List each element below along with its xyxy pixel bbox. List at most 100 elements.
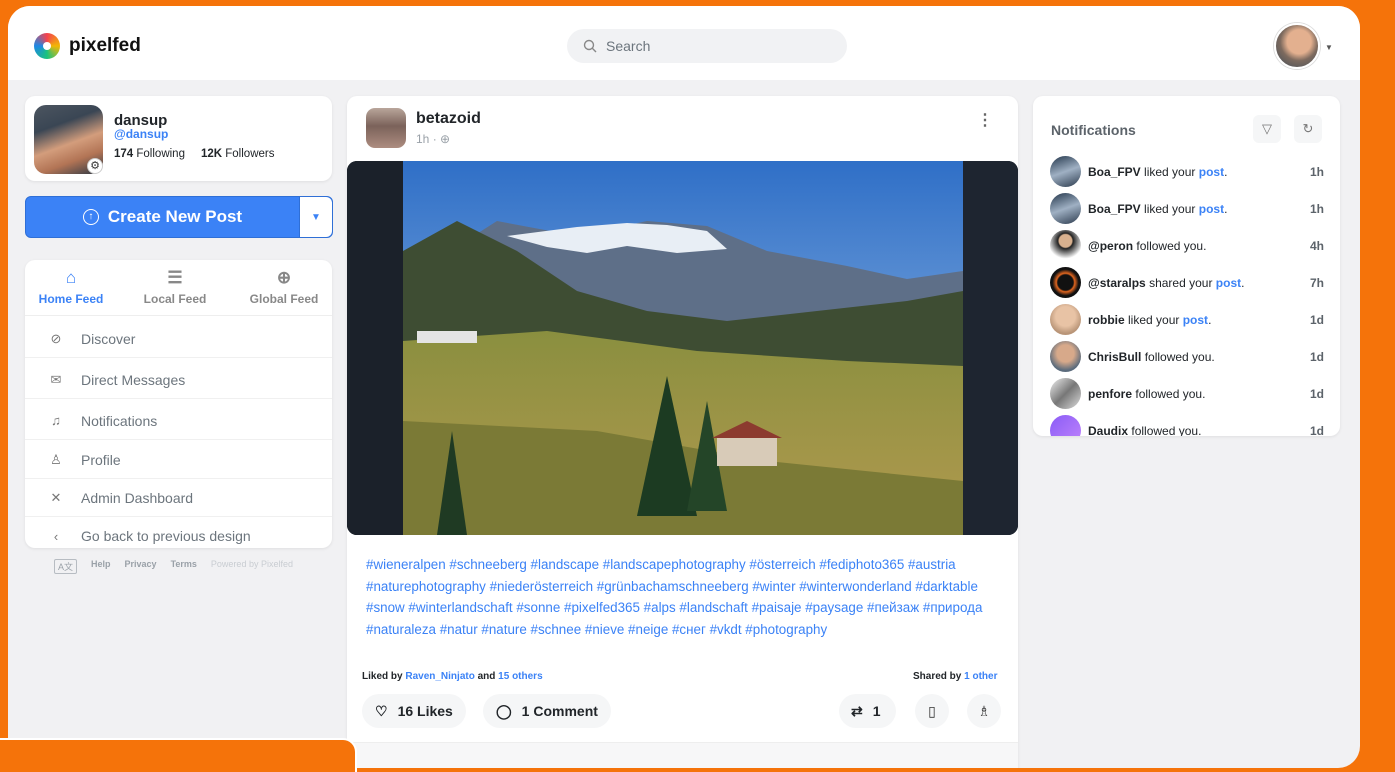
- liked-others-link[interactable]: 15 others: [498, 671, 542, 682]
- notification-avatar[interactable]: [1050, 378, 1081, 409]
- nav-previous-design[interactable]: ‹ Go back to previous design: [25, 517, 332, 555]
- collection-button[interactable]: ♗: [967, 694, 1001, 728]
- notification-post-link[interactable]: post: [1199, 202, 1224, 216]
- more-options-icon[interactable]: ⋮: [977, 113, 993, 129]
- notification-text: robbie liked your post.: [1088, 313, 1310, 327]
- followers-count[interactable]: 12K: [201, 148, 222, 160]
- notification-post-link[interactable]: post: [1199, 165, 1224, 179]
- notification-user[interactable]: @staralps: [1088, 276, 1146, 290]
- notification-user[interactable]: ChrisBull: [1088, 350, 1141, 364]
- help-link[interactable]: Help: [91, 559, 111, 574]
- notification-item[interactable]: penfore followed you. 1d: [1050, 375, 1324, 412]
- notification-user[interactable]: Boa_FPV: [1088, 202, 1141, 216]
- app-name: pixelfed: [69, 35, 141, 56]
- notification-user[interactable]: robbie: [1088, 313, 1125, 327]
- notification-avatar[interactable]: [1050, 341, 1081, 372]
- notification-item[interactable]: robbie liked your post. 1d: [1050, 301, 1324, 338]
- shares-count: 1: [872, 703, 881, 719]
- following-count[interactable]: 174: [114, 148, 133, 160]
- refresh-button[interactable]: ↻: [1294, 115, 1322, 143]
- notification-text: @peron followed you.: [1088, 239, 1310, 253]
- post-meta: 1h · ⊕: [416, 132, 450, 146]
- caret-down-icon: ▼: [311, 211, 321, 223]
- notification-action: followed you.: [1131, 423, 1202, 437]
- bell-icon: ♫: [51, 413, 61, 428]
- notification-user[interactable]: @peron: [1088, 239, 1133, 253]
- notification-item[interactable]: @staralps shared your post. 7h: [1050, 264, 1324, 301]
- notification-avatar[interactable]: [1050, 415, 1081, 436]
- nav-label: Discover: [81, 330, 136, 347]
- arrow-up-circle-icon: ↑: [82, 209, 99, 225]
- notification-item[interactable]: Boa_FPV liked your post. 1h: [1050, 153, 1324, 190]
- notification-avatar[interactable]: [1050, 230, 1081, 261]
- post-author-avatar[interactable]: [366, 108, 406, 148]
- notification-avatar[interactable]: [1050, 304, 1081, 335]
- home-icon: ⌂: [65, 268, 77, 287]
- language-button[interactable]: A文: [54, 559, 78, 574]
- notification-avatar[interactable]: [1050, 156, 1081, 187]
- notification-user[interactable]: Boa_FPV: [1088, 165, 1141, 179]
- nav-admin-dashboard[interactable]: ✕ Admin Dashboard: [25, 479, 332, 517]
- terms-link[interactable]: Terms: [171, 559, 197, 574]
- create-new-post-button[interactable]: ↑ Create New Post: [26, 197, 299, 237]
- notification-item[interactable]: Boa_FPV liked your post. 1h: [1050, 190, 1324, 227]
- post-author-name[interactable]: betazoid: [416, 110, 481, 128]
- notification-item[interactable]: @peron followed you. 4h: [1050, 227, 1324, 264]
- shared-others-link[interactable]: 1 other: [964, 671, 997, 682]
- following-label[interactable]: Following: [136, 148, 185, 160]
- notifications-title: Notifications: [1051, 122, 1136, 138]
- notification-post-link[interactable]: post: [1216, 276, 1241, 290]
- notification-text: ChrisBull followed you.: [1088, 350, 1310, 364]
- post-time[interactable]: 1h: [416, 132, 429, 146]
- notification-action: followed you.: [1136, 238, 1207, 253]
- footer-links: A文 Help Privacy Terms Powered by Pixelfe…: [54, 559, 293, 574]
- comment-button[interactable]: ◯ 1 Comment: [483, 694, 611, 728]
- logo-link[interactable]: pixelfed: [34, 33, 141, 59]
- app-window: pixelfed Search ▼ ⚙ dansup @dansup 174 F…: [8, 6, 1360, 768]
- tab-global-feed[interactable]: ⊕ Global Feed: [243, 268, 325, 306]
- bookmark-button[interactable]: ▯: [915, 694, 949, 728]
- share-button[interactable]: ⇄ 1: [839, 694, 896, 728]
- notification-user[interactable]: penfore: [1088, 387, 1132, 401]
- globe-icon: ⊕: [276, 268, 292, 287]
- followers-label[interactable]: Followers: [225, 148, 274, 160]
- chevron-down-icon[interactable]: ▼: [1325, 43, 1333, 52]
- privacy-link[interactable]: Privacy: [125, 559, 157, 574]
- create-options-dropdown[interactable]: ▼: [299, 197, 332, 237]
- notification-avatar[interactable]: [1050, 267, 1081, 298]
- notification-item[interactable]: ChrisBull followed you. 1d: [1050, 338, 1324, 375]
- user-avatar-menu[interactable]: [1274, 23, 1320, 69]
- notification-post-link[interactable]: post: [1183, 313, 1208, 327]
- notification-text: Boa_FPV liked your post.: [1088, 165, 1310, 179]
- tab-label: Home Feed: [38, 292, 104, 306]
- filter-button[interactable]: ▽: [1253, 115, 1281, 143]
- notification-end: .: [1224, 201, 1228, 216]
- liked-user-link[interactable]: Raven_Ninjato: [405, 671, 474, 682]
- shared-by: Shared by 1 other: [913, 671, 997, 682]
- tab-local-feed[interactable]: ☰ Local Feed: [139, 268, 211, 306]
- post-image[interactable]: [347, 161, 1018, 535]
- tab-home-feed[interactable]: ⌂ Home Feed: [35, 268, 107, 306]
- nav-discover[interactable]: ⊘ Discover: [25, 320, 332, 358]
- gear-icon[interactable]: ⚙: [87, 158, 103, 174]
- compass-icon: ⊘: [50, 330, 62, 346]
- liked-by: Liked by Raven_Ninjato and 15 others: [362, 671, 543, 682]
- nav-notifications[interactable]: ♫ Notifications: [25, 402, 332, 440]
- profile-handle[interactable]: @dansup: [114, 127, 168, 141]
- nav-label: Notifications: [81, 412, 158, 429]
- sidebar-nav: ⌂ Home Feed ☰ Local Feed ⊕ Global Feed ⊘…: [25, 260, 332, 548]
- notification-action: followed you.: [1135, 386, 1206, 401]
- notification-item[interactable]: Daudix followed you. 1d: [1050, 412, 1324, 436]
- post-caption[interactable]: #wieneralpen #schneeberg #landscape #lan…: [366, 554, 1006, 640]
- search-input[interactable]: Search: [567, 29, 847, 63]
- comment-section: [347, 742, 1018, 768]
- nav-profile[interactable]: ♙ Profile: [25, 441, 332, 479]
- archive-icon: ♗: [977, 702, 991, 719]
- tab-label: Local Feed: [143, 292, 207, 306]
- notification-end: .: [1241, 275, 1245, 290]
- powered-by-link[interactable]: Powered by Pixelfed: [211, 559, 293, 574]
- notification-avatar[interactable]: [1050, 193, 1081, 224]
- nav-direct-messages[interactable]: ✉ Direct Messages: [25, 361, 332, 399]
- like-button[interactable]: ♡ 16 Likes: [362, 694, 466, 728]
- notification-user[interactable]: Daudix: [1088, 424, 1128, 437]
